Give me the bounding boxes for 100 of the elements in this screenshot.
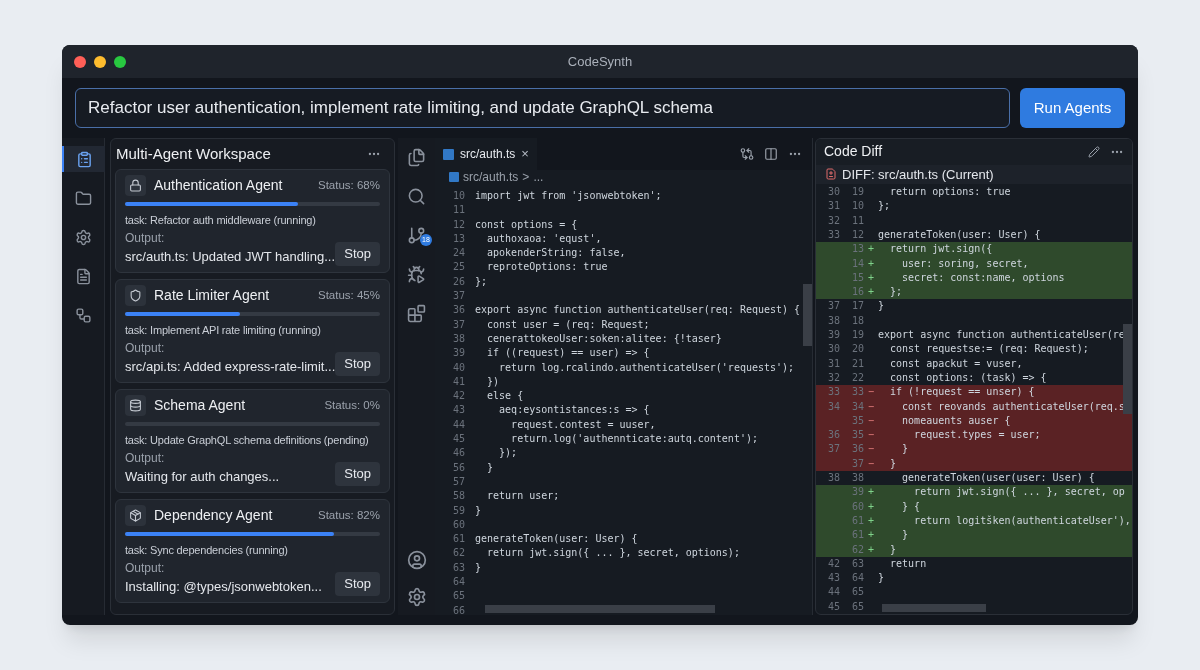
agent-status: Status: 82%: [318, 507, 380, 523]
old-line-number: 43: [826, 571, 840, 586]
files-icon[interactable]: [407, 148, 426, 167]
old-line-number: 34: [826, 399, 840, 414]
output-label: Output:: [125, 449, 166, 467]
minimize-button[interactable]: [94, 55, 106, 68]
close-button[interactable]: [74, 55, 86, 68]
agent-task: task: Refactor auth middleware (running): [125, 213, 317, 228]
clipboard-icon[interactable]: [62, 146, 105, 172]
line-number: 44: [451, 417, 466, 432]
breadcrumb-item[interactable]: ...: [533, 168, 544, 186]
code-line: apokenderString: false,: [486, 246, 626, 261]
line-number: 24: [451, 246, 466, 261]
stop-button[interactable]: Stop: [335, 462, 380, 486]
stop-button[interactable]: Stop: [335, 352, 380, 376]
new-line-number: 19: [850, 185, 864, 200]
code-line: generateToken(user(user: User) {: [901, 471, 1095, 486]
new-line-number: 33: [850, 385, 864, 400]
diff-sign: −: [868, 414, 874, 426]
split-editor-icon[interactable]: [764, 147, 778, 161]
compare-icon[interactable]: [740, 147, 754, 161]
new-line-number: 13: [850, 242, 864, 257]
vertical-scrollbar[interactable]: [803, 284, 812, 346]
line-number: 42: [451, 389, 466, 404]
diff-sign: +: [868, 529, 874, 541]
typescript-file-icon: [443, 148, 454, 160]
new-line-number: 18: [850, 313, 864, 328]
code-line: aeq:eysontistances:s => {: [498, 403, 650, 418]
stop-button[interactable]: Stop: [335, 572, 380, 596]
code-line: generateToken(user: User) {: [878, 228, 1041, 242]
stop-button[interactable]: Stop: [335, 242, 380, 266]
old-line-number: 33: [826, 385, 840, 400]
breadcrumb-item[interactable]: src/auth.ts: [463, 168, 519, 186]
typescript-file-icon: [449, 172, 459, 182]
line-number: 39: [451, 346, 466, 361]
old-line-number: 44: [826, 585, 840, 600]
code-line: }: [878, 571, 885, 586]
settings-icon[interactable]: [406, 587, 427, 607]
editor-tab[interactable]: src/auth.ts ×: [435, 138, 537, 170]
breadcrumb-item[interactable]: >: [522, 168, 530, 186]
code-line: reproteOptions: true: [486, 260, 608, 275]
new-line-number: 14: [850, 256, 864, 271]
agent-task: task: Update GraphQL schema definitions (pending): [125, 433, 370, 448]
blocks-icon[interactable]: [407, 304, 426, 323]
pencil-icon[interactable]: [1088, 145, 1100, 158]
code-line: }: [475, 503, 482, 518]
new-line-number: 61: [850, 513, 864, 528]
run-debug-icon[interactable]: [407, 265, 426, 284]
tab-close-button[interactable]: ×: [521, 144, 529, 164]
search-icon[interactable]: [407, 187, 426, 206]
code-line: return jwt.sign({ ... }, secret, options);: [486, 546, 740, 561]
old-line-number: 39: [826, 328, 840, 343]
account-icon[interactable]: [406, 550, 427, 570]
code-line: request.contest = uuser,: [510, 417, 656, 432]
agent-output: Installing: @types/jsonwebtoken...: [125, 577, 322, 596]
diff-sign: −: [868, 457, 874, 469]
line-number: 36: [451, 303, 466, 318]
code-line: request.types = user;: [913, 428, 1041, 443]
maximize-button[interactable]: [114, 55, 126, 68]
database-icon: [125, 395, 146, 416]
line-number: 37: [451, 289, 466, 304]
code-line: return jwt.sign({ ... }, secret, op: [913, 485, 1125, 500]
line-number: 41: [451, 374, 466, 389]
agent-output: Waiting for auth changes...: [125, 467, 280, 486]
code-line: };: [475, 274, 488, 289]
line-number: 37: [451, 317, 466, 332]
output-label: Output:: [125, 559, 166, 577]
code-line: }: [475, 560, 482, 575]
new-line-number: 22: [850, 370, 864, 385]
code-line: }: [889, 456, 897, 471]
new-line-number: 63: [850, 556, 864, 571]
code-line: if (!request == unser) {: [889, 385, 1035, 400]
line-number: 60: [451, 517, 466, 532]
code-line: return options: true: [889, 185, 1011, 200]
new-line-number: 12: [850, 228, 864, 242]
line-number: 57: [451, 474, 466, 489]
code-line: const options = {: [475, 217, 578, 232]
new-line-number: 62: [850, 542, 864, 557]
code-line: return user;: [486, 489, 560, 504]
old-line-number: 38: [826, 313, 840, 328]
vertical-scrollbar[interactable]: [1123, 324, 1132, 415]
output-label: Output:: [125, 229, 166, 247]
new-line-number: 37: [850, 456, 864, 471]
run-agents-button[interactable]: Run Agents: [1020, 88, 1125, 128]
code-line: user: soring, secret,: [901, 256, 1029, 271]
diff-sign: −: [868, 386, 874, 398]
horizontal-scrollbar[interactable]: [485, 605, 715, 613]
code-line: }: [901, 442, 909, 457]
prompt-field[interactable]: Refactor user authentication, implement rate limiting, and update GraphQL schema: [75, 88, 1010, 128]
line-number: 13: [451, 231, 466, 246]
old-line-number: 42: [826, 556, 840, 571]
line-number: 65: [451, 589, 466, 604]
new-line-number: 10: [850, 199, 864, 214]
line-number: 10: [451, 189, 466, 203]
line-number: 58: [451, 489, 466, 504]
code-line: }: [878, 299, 885, 314]
horizontal-scrollbar[interactable]: [882, 604, 986, 612]
shield-icon: [125, 285, 146, 306]
new-line-number: 35: [850, 428, 864, 443]
agent-name: Authentication Agent: [154, 176, 284, 195]
